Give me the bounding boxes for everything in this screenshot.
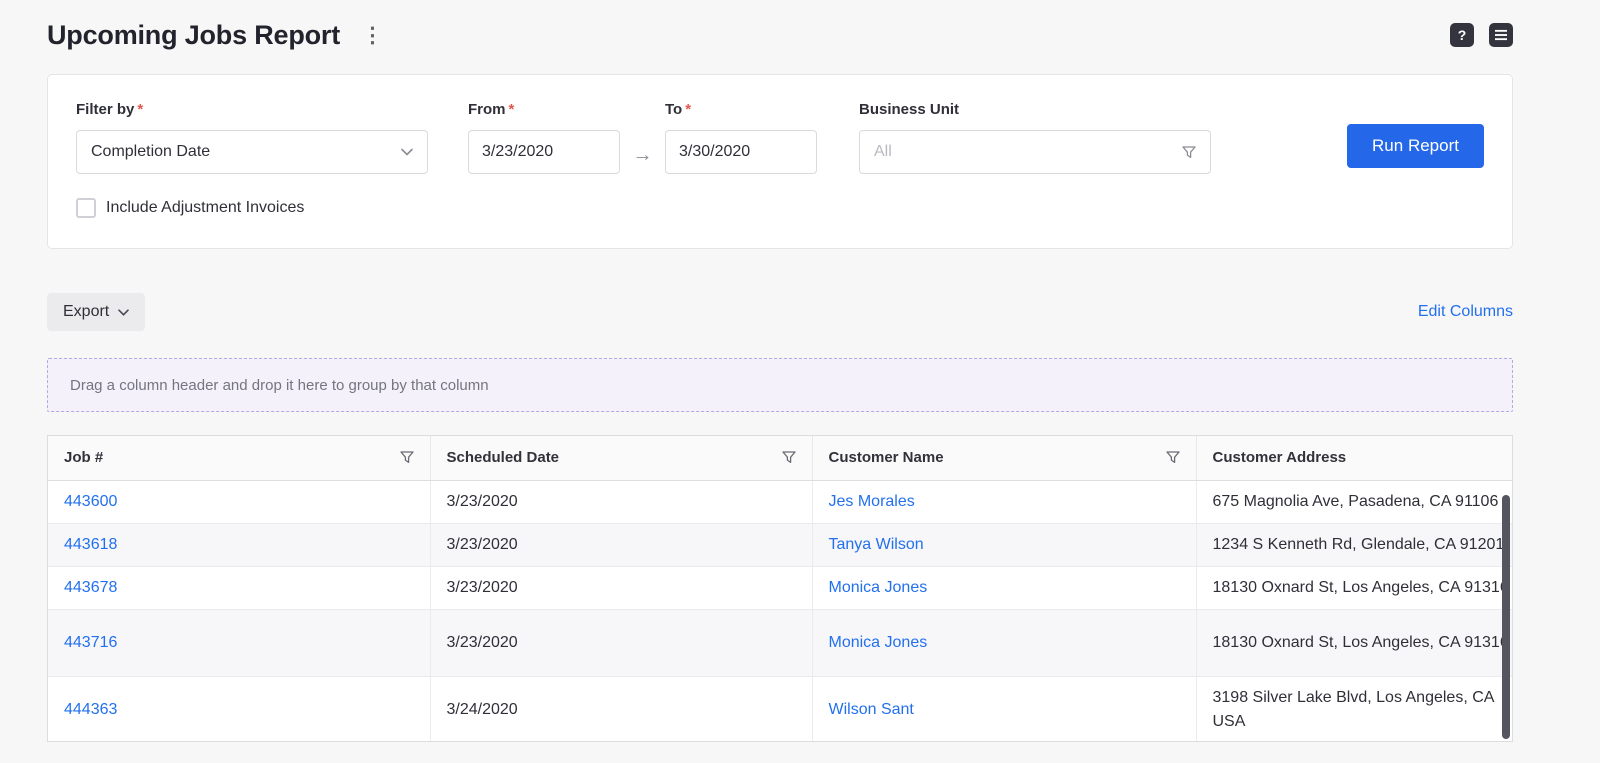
filter-funnel-icon[interactable] <box>400 451 414 464</box>
scheduled-date-cell: 3/24/2020 <box>430 676 812 742</box>
report-list-icon[interactable] <box>1489 23 1513 47</box>
customer-address-cell: 675 Magnolia Ave, Pasadena, CA 91106 <box>1196 480 1512 523</box>
customer-address-cell: 18130 Oxnard St, Los Angeles, CA 91316 <box>1196 609 1512 676</box>
jobs-table: Job # Scheduled Date <box>48 436 1512 742</box>
group-by-hint-text: Drag a column header and drop it here to… <box>70 377 489 394</box>
list-lines-icon <box>1495 29 1507 41</box>
filter-by-field: Filter by* Completion Date Include Adjus… <box>76 101 428 218</box>
customer-name-link[interactable]: Monica Jones <box>829 634 928 651</box>
table-row: 443600 3/23/2020 Jes Morales 675 Magnoli… <box>48 480 1512 523</box>
filter-by-label: Filter by* <box>76 101 428 118</box>
column-header-customer-name[interactable]: Customer Name <box>812 436 1196 480</box>
filter-panel: Filter by* Completion Date Include Adjus… <box>47 74 1513 249</box>
column-header-scheduled-date[interactable]: Scheduled Date <box>430 436 812 480</box>
date-range-arrow-icon: → <box>620 101 665 167</box>
job-number-link[interactable]: 443716 <box>64 634 117 651</box>
group-by-drop-zone[interactable]: Drag a column header and drop it here to… <box>47 358 1513 412</box>
job-number-link[interactable]: 444363 <box>64 701 117 718</box>
required-marker: * <box>509 101 515 118</box>
column-header-job-number[interactable]: Job # <box>48 436 430 480</box>
to-field: To* <box>665 101 817 174</box>
job-number-link[interactable]: 443678 <box>64 579 117 596</box>
header-icons: ? <box>1450 23 1513 47</box>
business-unit-placeholder: All <box>874 143 892 161</box>
job-number-link[interactable]: 443600 <box>64 493 117 510</box>
business-unit-label: Business Unit <box>859 101 1211 118</box>
customer-address-cell: 3198 Silver Lake Blvd, Los Angeles, CA U… <box>1196 676 1512 742</box>
job-number-link[interactable]: 443618 <box>64 536 117 553</box>
from-label: From* <box>468 101 620 118</box>
kebab-menu-icon[interactable]: ⋮ <box>358 23 387 48</box>
column-header-customer-address[interactable]: Customer Address <box>1196 436 1512 480</box>
required-marker: * <box>137 101 143 118</box>
column-label: Customer Address <box>1213 449 1347 466</box>
column-label: Job # <box>64 449 103 466</box>
customer-name-link[interactable]: Monica Jones <box>829 579 928 596</box>
edit-columns-link[interactable]: Edit Columns <box>1418 303 1513 321</box>
filter-by-value: Completion Date <box>91 143 210 161</box>
customer-address-cell: 18130 Oxnard St, Los Angeles, CA 91316 <box>1196 566 1512 609</box>
business-unit-field: Business Unit All <box>859 101 1211 174</box>
page-header: Upcoming Jobs Report ⋮ ? <box>47 16 1513 54</box>
table-row: 443618 3/23/2020 Tanya Wilson 1234 S Ken… <box>48 523 1512 566</box>
customer-name-link[interactable]: Wilson Sant <box>829 701 914 718</box>
table-header-row: Job # Scheduled Date <box>48 436 1512 480</box>
required-marker: * <box>685 101 691 118</box>
filter-by-select[interactable]: Completion Date <box>76 130 428 174</box>
scrollbar-thumb[interactable] <box>1502 495 1510 739</box>
include-adjustment-invoices-checkbox[interactable] <box>76 198 96 218</box>
table-row: 444363 3/24/2020 Wilson Sant 3198 Silver… <box>48 676 1512 742</box>
to-label: To* <box>665 101 817 118</box>
chevron-down-icon <box>401 148 413 156</box>
funnel-icon <box>1182 146 1196 159</box>
scheduled-date-cell: 3/23/2020 <box>430 566 812 609</box>
vertical-scrollbar[interactable] <box>1502 481 1510 739</box>
include-adjustment-invoices-row[interactable]: Include Adjustment Invoices <box>76 198 304 218</box>
table-toolbar: Export Edit Columns <box>47 293 1513 331</box>
from-field: From* <box>468 101 620 174</box>
column-label: Scheduled Date <box>447 449 560 466</box>
to-date-input[interactable] <box>665 130 817 174</box>
scheduled-date-cell: 3/23/2020 <box>430 480 812 523</box>
filter-funnel-icon[interactable] <box>1166 451 1180 464</box>
column-label: Customer Name <box>829 449 944 466</box>
run-report-button[interactable]: Run Report <box>1347 124 1484 168</box>
scheduled-date-cell: 3/23/2020 <box>430 523 812 566</box>
help-icon[interactable]: ? <box>1450 23 1474 47</box>
jobs-table-body: 443600 3/23/2020 Jes Morales 675 Magnoli… <box>48 480 1512 742</box>
export-button[interactable]: Export <box>47 293 145 331</box>
jobs-table-container: Job # Scheduled Date <box>47 435 1513 742</box>
table-row: 443716 3/23/2020 Monica Jones 18130 Oxna… <box>48 609 1512 676</box>
table-row: 443678 3/23/2020 Monica Jones 18130 Oxna… <box>48 566 1512 609</box>
filter-funnel-icon[interactable] <box>782 451 796 464</box>
customer-address-cell: 1234 S Kenneth Rd, Glendale, CA 91201 <box>1196 523 1512 566</box>
customer-name-link[interactable]: Tanya Wilson <box>829 536 924 553</box>
chevron-down-icon <box>118 309 129 316</box>
page-title: Upcoming Jobs Report <box>47 20 340 51</box>
customer-name-link[interactable]: Jes Morales <box>829 493 915 510</box>
business-unit-select[interactable]: All <box>859 130 1211 174</box>
export-label: Export <box>63 303 109 321</box>
scheduled-date-cell: 3/23/2020 <box>430 609 812 676</box>
include-adjustment-invoices-label: Include Adjustment Invoices <box>106 199 304 217</box>
from-date-input[interactable] <box>468 130 620 174</box>
page: Upcoming Jobs Report ⋮ ? Filter by* Comp… <box>47 0 1513 742</box>
